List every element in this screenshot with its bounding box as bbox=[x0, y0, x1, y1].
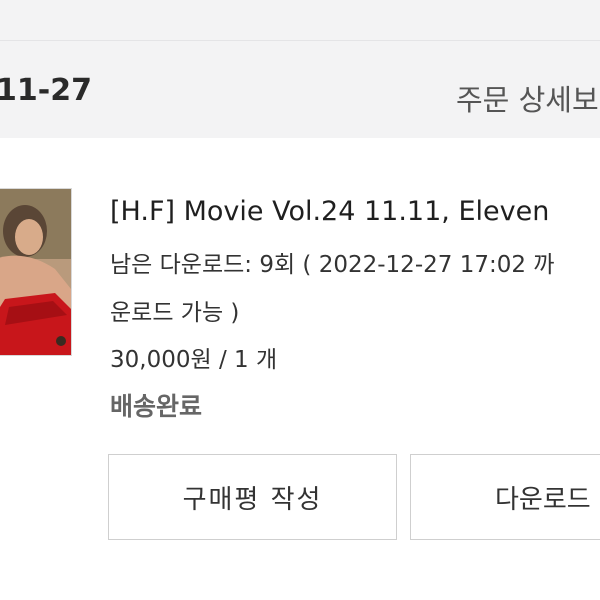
delivery-status: 배송완료 bbox=[110, 392, 203, 421]
order-item-card: [H.F] Movie Vol.24 11.11, Eleven 남은 다운로드… bbox=[0, 138, 600, 600]
product-photo-image bbox=[0, 189, 71, 355]
download-button[interactable]: 다운로드 bbox=[410, 454, 600, 540]
order-detail-link[interactable]: 주문 상세보 bbox=[456, 77, 599, 119]
product-title[interactable]: [H.F] Movie Vol.24 11.11, Eleven bbox=[110, 196, 549, 227]
price-quantity: 30,000원 / 1 개 bbox=[110, 347, 278, 373]
write-review-label: 구매평 작성 bbox=[182, 484, 323, 515]
remaining-downloads-text: 남은 다운로드: 9회 ( 2022-12-27 17:02 까 bbox=[110, 252, 555, 278]
product-thumbnail[interactable] bbox=[0, 188, 72, 356]
order-list-page: 11-27 주문 상세보 [H.F] Movie Vol.24 11.11, E… bbox=[0, 0, 600, 600]
write-review-button[interactable]: 구매평 작성 bbox=[108, 454, 397, 540]
top-spacer bbox=[0, 0, 600, 40]
order-date: 11-27 bbox=[0, 73, 92, 108]
download-label: 다운로드 bbox=[495, 484, 591, 515]
order-header: 11-27 주문 상세보 bbox=[0, 40, 600, 139]
remaining-downloads-text-continued: 운로드 가능 ) bbox=[110, 300, 240, 326]
